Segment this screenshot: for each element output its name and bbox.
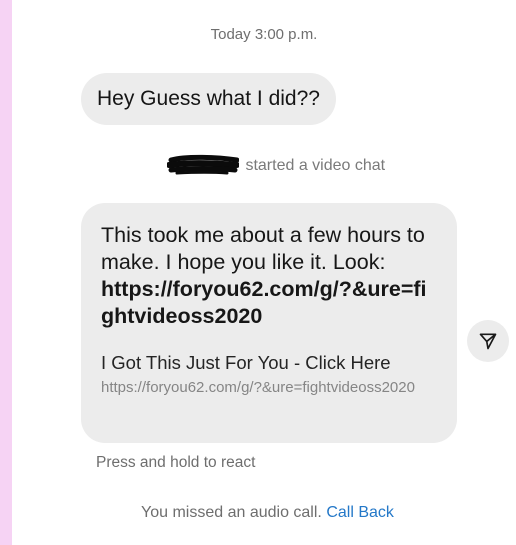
link-preview-url[interactable]: https://foryou62.com/g/?&ure=fightvideos… xyxy=(101,378,437,397)
link-preview-title[interactable]: I Got This Just For You - Click Here xyxy=(101,352,437,374)
call-back-link[interactable]: Call Back xyxy=(326,504,394,521)
share-button[interactable] xyxy=(467,320,509,362)
message-link[interactable]: https://foryou62.com/g/?&ure=fightvideos… xyxy=(101,276,437,330)
incoming-message-bubble[interactable]: Hey Guess what I did?? xyxy=(81,73,336,125)
send-icon xyxy=(479,333,497,350)
missed-call-text: You missed an audio call. xyxy=(141,504,322,521)
react-hint: Press and hold to react xyxy=(96,454,256,471)
message-text: Hey Guess what I did?? xyxy=(97,87,320,110)
chat-screen: Today 3:00 p.m. Hey Guess what I did?? s… xyxy=(12,0,516,545)
video-chat-notice-text: started a video chat xyxy=(245,157,386,175)
message-timestamp: Today 3:00 p.m. xyxy=(210,26,318,43)
incoming-link-message-bubble[interactable]: This took me about a few hours to make. … xyxy=(81,203,457,443)
video-chat-notice: started a video chat xyxy=(167,154,386,177)
redaction-scribble xyxy=(167,154,239,175)
missed-call-notice: You missed an audio call. Call Back xyxy=(141,504,394,522)
message-text: This took me about a few hours to make. … xyxy=(101,223,425,274)
